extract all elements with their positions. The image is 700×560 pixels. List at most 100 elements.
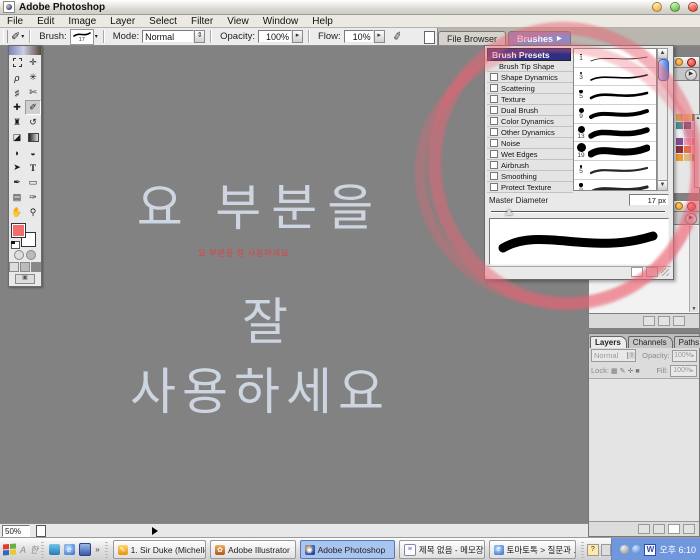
checkbox[interactable]: [490, 172, 498, 180]
taskbar-button-sirduke[interactable]: ✎1. Sir Duke (Michelle*...: [113, 540, 206, 559]
brush-tool-icon[interactable]: ✐: [11, 30, 20, 43]
quicklaunch-icon-1[interactable]: [49, 544, 60, 555]
maximize-button[interactable]: [670, 2, 680, 12]
preset-item-smoothing[interactable]: Smoothing: [487, 171, 573, 182]
flow-field[interactable]: 10%: [344, 30, 374, 43]
tab-paths[interactable]: Paths: [674, 336, 700, 348]
type-tool[interactable]: T: [25, 160, 41, 175]
color-swatch[interactable]: [676, 130, 683, 137]
gradient-tool[interactable]: [25, 130, 41, 145]
standard-mode-button[interactable]: [14, 250, 24, 260]
layer-style-icon[interactable]: [638, 524, 650, 534]
brush-presets-header[interactable]: Brush Presets: [487, 48, 571, 61]
swatches-scrollbar[interactable]: ▲: [694, 114, 700, 188]
taskbar-button-browser[interactable]: e토마토톡 > 질문과 ...: [489, 540, 577, 559]
brush-row[interactable]: 5: [574, 86, 656, 105]
checkbox[interactable]: [490, 117, 498, 125]
mode-select[interactable]: Normal: [142, 30, 194, 43]
new-snapshot-icon[interactable]: [643, 316, 655, 326]
ime-korean-icon[interactable]: 한: [30, 543, 38, 556]
brush-row[interactable]: 1: [574, 49, 656, 68]
preset-item-color-dynamics[interactable]: Color Dynamics: [487, 116, 573, 127]
preset-item-airbrush[interactable]: Airbrush: [487, 160, 573, 171]
foreground-color-swatch[interactable]: [11, 223, 26, 238]
scroll-up-icon[interactable]: ▲: [658, 49, 667, 59]
palette-menu-icon[interactable]: ▶: [685, 69, 697, 81]
menu-window[interactable]: Window: [256, 16, 306, 27]
eraser-tool[interactable]: ◪: [9, 130, 25, 145]
checkbox[interactable]: [490, 128, 498, 136]
clone-stamp-tool[interactable]: ♜: [9, 115, 25, 130]
palette-menu-icon[interactable]: ▶: [685, 213, 697, 225]
collapse-icon[interactable]: [675, 58, 683, 66]
color-swatch[interactable]: [684, 146, 691, 153]
minimize-button[interactable]: [652, 2, 662, 12]
color-swatch[interactable]: [676, 122, 683, 129]
zoom-tool[interactable]: ⚲: [25, 205, 41, 220]
resize-grip[interactable]: [661, 268, 669, 276]
close-icon[interactable]: [687, 58, 696, 67]
crop-tool[interactable]: ♯: [9, 85, 25, 100]
help-tray-icon[interactable]: ?: [587, 544, 599, 556]
history-brush-tool[interactable]: ↺: [25, 115, 41, 130]
menu-image[interactable]: Image: [61, 16, 103, 27]
preset-item-scattering[interactable]: Scattering: [487, 83, 573, 94]
new-document-icon[interactable]: [658, 316, 670, 326]
healing-brush-tool[interactable]: ✚: [9, 100, 25, 115]
brush-row[interactable]: 5: [574, 161, 656, 180]
shape-tool[interactable]: ▭: [25, 175, 41, 190]
master-diameter-slider[interactable]: [491, 209, 665, 215]
brush-row[interactable]: 19: [574, 142, 656, 161]
lock-image-icon[interactable]: ✎: [620, 368, 626, 375]
trash-icon[interactable]: [673, 316, 685, 326]
fullscreen-mode-button[interactable]: [31, 262, 41, 272]
preset-item-brush-tip-shape[interactable]: Brush Tip Shape: [487, 61, 573, 72]
quicklaunch-internet-explorer-icon[interactable]: e: [64, 544, 75, 555]
checkbox[interactable]: [490, 150, 498, 158]
color-swatch[interactable]: [676, 114, 683, 121]
notes-tool[interactable]: ▤: [9, 190, 25, 205]
tab-channels[interactable]: Channels: [628, 336, 673, 348]
magic-wand-tool[interactable]: ✳: [25, 70, 41, 85]
fullscreen-menubar-mode-button[interactable]: [20, 262, 30, 272]
layers-fill-field[interactable]: 100% ▸: [670, 365, 697, 377]
file-browser-toggle-icon[interactable]: [424, 31, 435, 44]
path-selection-tool[interactable]: ➤: [9, 160, 25, 175]
hand-tool[interactable]: ✋: [9, 205, 25, 220]
flow-popup-arrow[interactable]: ▸: [374, 30, 385, 43]
status-menu-arrow-icon[interactable]: [152, 527, 158, 535]
lock-all-icon[interactable]: ■: [635, 368, 639, 375]
master-diameter-field[interactable]: 17 px: [629, 194, 669, 206]
preset-item-wet-edges[interactable]: Wet Edges: [487, 149, 573, 160]
close-icon[interactable]: [687, 202, 696, 211]
pen-tool[interactable]: ✒: [9, 175, 25, 190]
checkbox[interactable]: [490, 161, 498, 169]
tray-icon-2[interactable]: [632, 545, 641, 554]
tab-file-browser[interactable]: File Browser: [438, 31, 506, 45]
preset-item-noise[interactable]: Noise: [487, 138, 573, 149]
trash-icon[interactable]: [646, 267, 658, 277]
menu-file[interactable]: File: [0, 16, 30, 27]
brush-tool[interactable]: ✐: [25, 100, 41, 115]
jump-to-imageready-button[interactable]: ▣: [15, 274, 35, 284]
color-swatch[interactable]: [684, 130, 691, 137]
trash-icon[interactable]: [683, 524, 695, 534]
options-gripper[interactable]: [3, 30, 8, 43]
checkbox[interactable]: [490, 95, 498, 103]
tool-preset-arrow-icon[interactable]: ▾: [21, 33, 24, 40]
taskbar-clock[interactable]: 오후 6:10: [659, 543, 696, 556]
checkbox[interactable]: [490, 84, 498, 92]
tab-brushes[interactable]: Brushes▶: [508, 31, 571, 45]
lasso-tool[interactable]: ρ: [9, 70, 25, 85]
tray-messenger-icon[interactable]: W: [644, 544, 656, 556]
preset-item-shape-dynamics[interactable]: Shape Dynamics: [487, 72, 573, 83]
collapse-icon[interactable]: [675, 202, 683, 210]
menu-select[interactable]: Select: [142, 16, 184, 27]
zoom-level-field[interactable]: 50%: [2, 525, 30, 537]
checkbox[interactable]: [490, 139, 498, 147]
preset-item-dual-brush[interactable]: Dual Brush: [487, 105, 573, 116]
blend-mode-select[interactable]: Normal⇕: [591, 349, 636, 362]
layers-opacity-field[interactable]: 100% ▸: [672, 350, 697, 362]
lock-position-icon[interactable]: ✛: [627, 368, 633, 375]
quicklaunch-desktop-icon[interactable]: [79, 543, 92, 556]
